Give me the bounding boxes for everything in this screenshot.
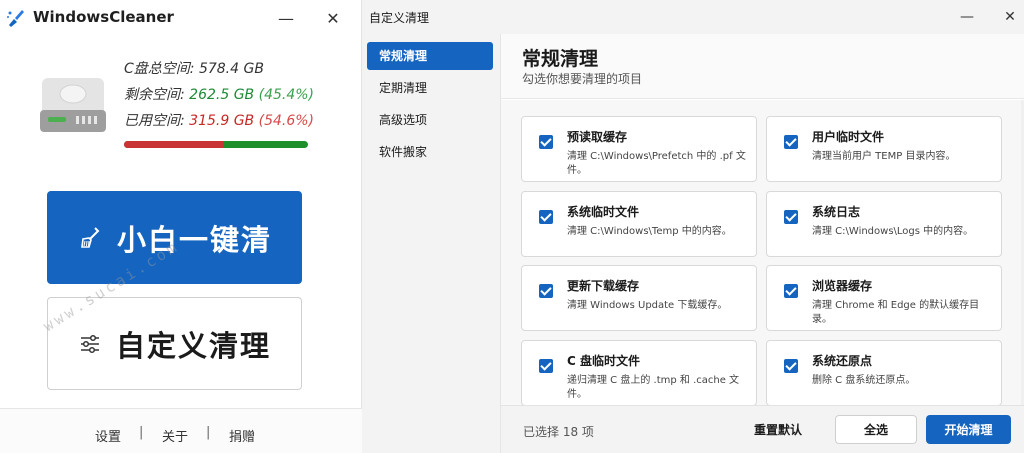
- hard-drive-icon: [40, 78, 106, 132]
- close-button[interactable]: ✕: [320, 5, 346, 31]
- close-button[interactable]: ✕: [997, 4, 1023, 30]
- nav-item-scheduled-clean[interactable]: 定期清理: [367, 74, 493, 102]
- footer-separator: |: [139, 425, 144, 440]
- disk-usage-fill: [124, 141, 225, 148]
- custom-title-bar: 自定义清理 — ✕: [362, 0, 1024, 34]
- main-footer: 设置 | 关于 | 捐赠: [0, 408, 362, 453]
- free-space-row: 剩余空间: 262.5 GB (45.4%): [124, 87, 315, 103]
- checkbox[interactable]: [539, 359, 553, 373]
- footer-separator: |: [206, 425, 211, 440]
- custom-clean-window: 自定义清理 — ✕ 常规清理 定期清理 高级选项 软件搬家 常规清理 勾选你想要…: [362, 0, 1024, 453]
- clean-item-card[interactable]: C 盘临时文件 递归清理 C 盘上的 .tmp 和 .cache 文件。: [521, 340, 757, 405]
- start-clean-button[interactable]: 开始清理: [926, 415, 1011, 444]
- desktop: WindowsCleaner — ✕ C盘总空间: 578.4 GB 剩余空间:…: [0, 0, 1024, 453]
- content-header: 常规清理 勾选你想要清理的项目: [501, 34, 1024, 99]
- page-subtitle: 勾选你想要清理的项目: [522, 72, 643, 86]
- broom-app-icon: [7, 10, 24, 27]
- used-space-row: 已用空间: 315.9 GB (54.6%): [124, 113, 315, 129]
- sliders-icon: [80, 334, 99, 353]
- select-all-button[interactable]: 全选: [835, 415, 917, 444]
- checkbox[interactable]: [784, 359, 798, 373]
- checkbox[interactable]: [784, 135, 798, 149]
- clean-items-grid: 预读取缓存 清理 C:\Windows\Prefetch 中的 .pf 文件。 …: [501, 100, 1024, 405]
- selected-count: 已选择 18 项: [523, 425, 594, 439]
- about-link[interactable]: 关于: [162, 426, 188, 445]
- custom-clean-button[interactable]: 自定义清理: [47, 297, 302, 390]
- free-space-percent: (45.4%): [258, 87, 315, 103]
- clean-item-card[interactable]: 浏览器缓存 清理 Chrome 和 Edge 的默认缓存目录。: [766, 265, 1002, 331]
- disk-usage-bar: [124, 141, 308, 148]
- minimize-button[interactable]: —: [954, 4, 980, 30]
- checkbox[interactable]: [539, 284, 553, 298]
- clean-item-card[interactable]: 系统临时文件 清理 C:\Windows\Temp 中的内容。: [521, 191, 757, 257]
- free-space-value: 262.5 GB: [189, 87, 255, 103]
- checkbox[interactable]: [539, 135, 553, 149]
- page-title: 常规清理: [522, 48, 599, 70]
- reset-default-button[interactable]: 重置默认: [754, 421, 802, 438]
- content-panel: 常规清理 勾选你想要清理的项目 预读取缓存 清理 C:\Windows\Pref…: [500, 34, 1024, 453]
- total-space-row: C盘总空间: 578.4 GB: [124, 61, 264, 77]
- checkbox[interactable]: [784, 284, 798, 298]
- clean-item-card[interactable]: 系统日志 清理 C:\Windows\Logs 中的内容。: [766, 191, 1002, 257]
- custom-clean-label: 自定义清理: [115, 328, 271, 363]
- category-nav: 常规清理 定期清理 高级选项 软件搬家: [362, 34, 500, 453]
- checkbox[interactable]: [784, 210, 798, 224]
- app-title: WindowsCleaner: [33, 8, 174, 26]
- used-space-percent: (54.6%): [258, 113, 315, 129]
- clean-item-card[interactable]: 系统还原点 删除 C 盘系统还原点。: [766, 340, 1002, 405]
- total-space-value: 578.4 GB: [198, 61, 264, 77]
- donate-link[interactable]: 捐赠: [229, 426, 255, 445]
- one-click-clean-label: 小白一键清: [116, 222, 272, 257]
- clean-item-card[interactable]: 用户临时文件 清理当前用户 TEMP 目录内容。: [766, 116, 1002, 182]
- disk-info: C盘总空间: 578.4 GB 剩余空间: 262.5 GB (45.4%) 已…: [124, 56, 314, 134]
- main-title-bar: WindowsCleaner — ✕: [0, 0, 362, 38]
- minimize-button[interactable]: —: [273, 5, 299, 31]
- nav-item-general-clean[interactable]: 常规清理: [367, 42, 493, 70]
- content-footer: 已选择 18 项 重置默认 全选 开始清理: [501, 405, 1024, 453]
- broom-icon: [81, 226, 100, 248]
- settings-link[interactable]: 设置: [95, 426, 121, 445]
- one-click-clean-button[interactable]: 小白一键清: [47, 191, 302, 284]
- nav-item-advanced-options[interactable]: 高级选项: [367, 106, 493, 134]
- custom-window-title: 自定义清理: [369, 11, 430, 25]
- main-window: WindowsCleaner — ✕ C盘总空间: 578.4 GB 剩余空间:…: [0, 0, 362, 453]
- used-space-value: 315.9 GB: [189, 113, 255, 129]
- checkbox[interactable]: [539, 210, 553, 224]
- nav-item-software-move[interactable]: 软件搬家: [367, 138, 493, 166]
- clean-item-card[interactable]: 预读取缓存 清理 C:\Windows\Prefetch 中的 .pf 文件。: [521, 116, 757, 182]
- clean-item-card[interactable]: 更新下载缓存 清理 Windows Update 下载缓存。: [521, 265, 757, 331]
